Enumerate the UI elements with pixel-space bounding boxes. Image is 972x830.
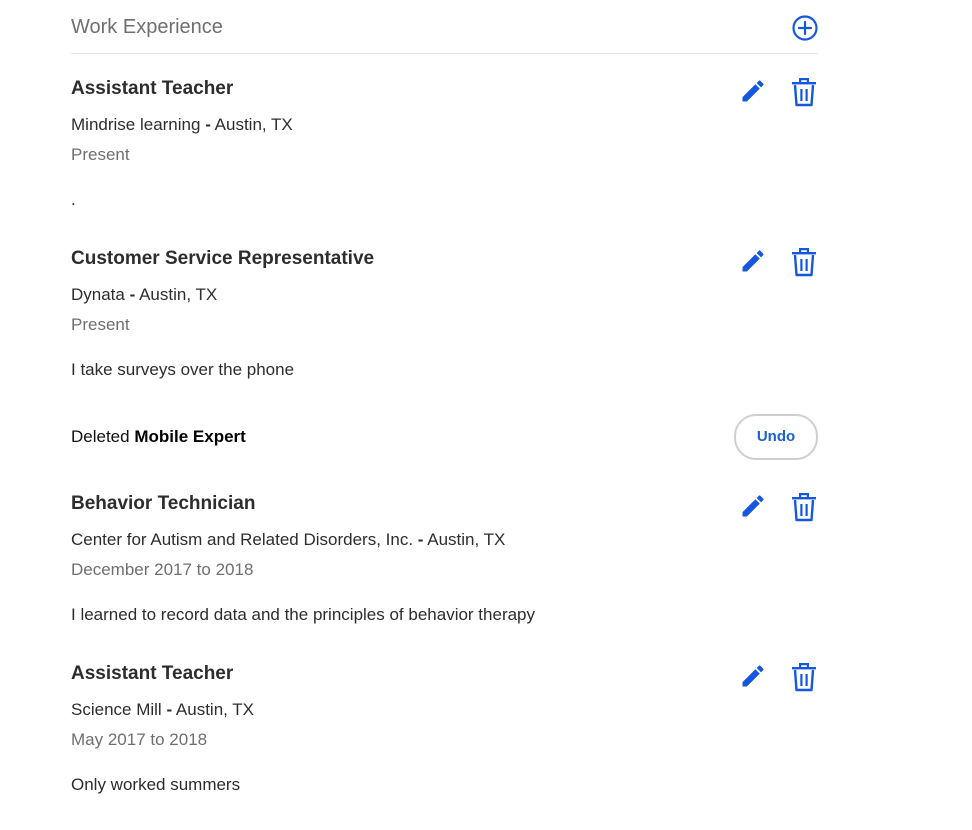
company-name: Mindrise learning [71,115,201,134]
job-title: Customer Service Representative [71,248,375,269]
company-name: Dynata [71,285,125,304]
job-location: Austin, TX [427,530,506,549]
job-company-line: Center for Autism and Related Disorders,… [71,529,505,551]
job-dates: May 2017 to 2018 [71,730,208,749]
pencil-icon [742,495,764,517]
edit-job-button[interactable] [739,492,767,520]
delete-job-button[interactable] [791,492,817,522]
company-separator: - [205,115,211,134]
trash-icon [792,248,816,277]
job-company-line: Mindrise learning - Austin, TX [71,114,293,136]
pencil-icon [742,80,764,102]
deleted-item-name: Mobile Expert [134,427,246,446]
edit-job-button[interactable] [739,662,767,690]
delete-job-button[interactable] [791,662,817,692]
edit-job-button[interactable] [739,77,767,105]
deleted-notice-text: Deleted Mobile Expert [71,426,246,448]
job-location: Austin, TX [139,285,218,304]
job-title: Behavior Technician [71,493,256,514]
deleted-notice: Deleted Mobile Expert Undo [71,414,818,460]
trash-icon [792,78,816,107]
job-description: . [71,190,76,209]
job-description: Only worked summers [71,775,241,794]
deleted-prefix: Deleted [71,427,130,446]
job-description: I take surveys over the phone [71,360,295,379]
section-header: Work Experience [71,0,818,54]
job-description: I learned to record data and the princip… [71,605,536,624]
job-dates: Present [71,145,130,164]
delete-job-button[interactable] [791,77,817,107]
job-dates: Present [71,315,130,334]
company-separator: - [417,530,424,549]
section-title: Work Experience [71,16,223,38]
job-dates: December 2017 to 2018 [71,560,254,579]
trash-icon [792,663,816,692]
edit-job-button[interactable] [739,247,767,275]
pencil-icon [742,665,764,687]
undo-button[interactable]: Undo [734,414,818,460]
job-title: Assistant Teacher [71,78,234,99]
company-separator: - [129,285,136,304]
job-location: Austin, TX [214,115,293,134]
trash-icon [792,493,816,522]
job-title: Assistant Teacher [71,663,234,684]
plus-circle-icon [792,15,818,41]
job-company-line: Dynata - Austin, TX [71,284,217,306]
company-separator: - [166,700,173,719]
job-location: Austin, TX [175,700,255,719]
job-company-line: Science Mill - Austin, TX [71,699,254,721]
add-work-experience-button[interactable] [792,15,818,41]
delete-job-button[interactable] [791,247,817,277]
company-name: Center for Autism and Related Disorders,… [71,530,414,549]
company-name: Science Mill [71,700,162,719]
work-experience-section: Work Experience Assistant Teacher Mindri… [71,0,818,794]
pencil-icon [742,250,764,272]
